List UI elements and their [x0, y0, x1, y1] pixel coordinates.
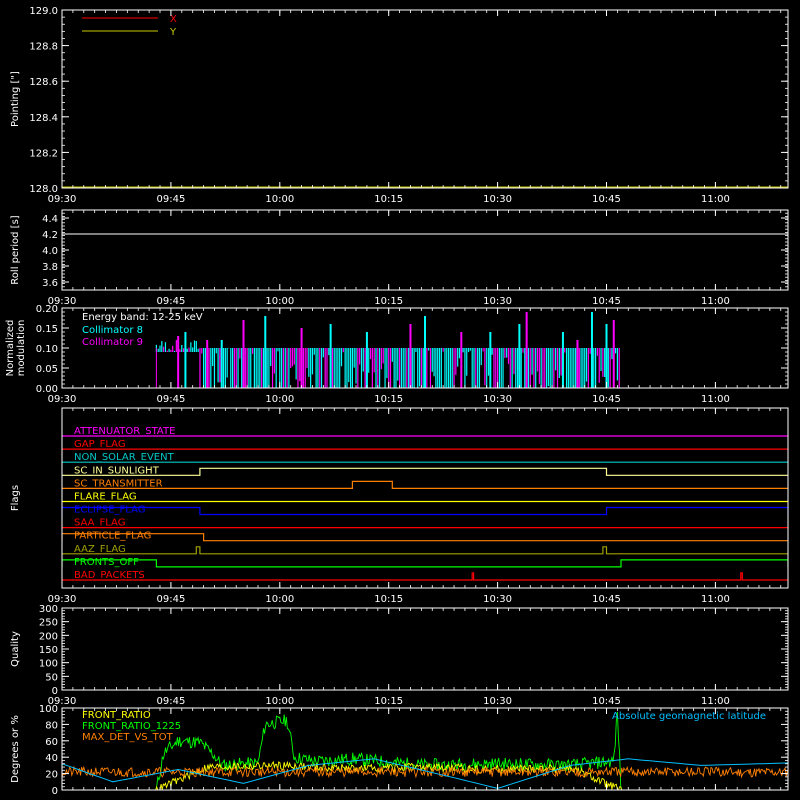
y-tick-label: 300 [39, 604, 58, 615]
y-axis-label: Roll period [s] [10, 215, 21, 284]
y-tick-label: 250 [39, 618, 58, 629]
y-tick-label: 40 [45, 753, 58, 764]
x-tick-label: 11:00 [701, 194, 730, 205]
x-tick-label: 09:45 [156, 194, 185, 205]
flag-label: BAD_PACKETS [74, 570, 145, 581]
x-tick-label: 11:00 [701, 394, 730, 405]
y-tick-label: 0 [52, 786, 58, 797]
x-tick-label: 09:45 [156, 696, 185, 707]
y-tick-label: 128.2 [29, 148, 58, 159]
x-tick-label: 10:00 [265, 296, 294, 307]
x-tick-label: 11:00 [701, 696, 730, 707]
x-tick-label: 10:30 [483, 296, 512, 307]
flag-label: NON_SOLAR_EVENT [74, 452, 175, 463]
y-tick-label: 0.15 [36, 324, 58, 335]
y-axis-label: Pointing ["] [10, 71, 21, 127]
y-tick-label: 50 [45, 672, 58, 683]
x-tick-label: 10:00 [265, 594, 294, 605]
y-axis-label: Degrees or % [10, 715, 21, 783]
y-tick-label: 128.4 [29, 113, 58, 124]
x-tick-label: 10:15 [374, 194, 403, 205]
x-tick-label: 10:15 [374, 296, 403, 307]
x-tick-label: 11:00 [701, 594, 730, 605]
y-axis-label: Flags [10, 485, 21, 511]
y-tick-label: 200 [39, 631, 58, 642]
y-tick-label: 100 [39, 704, 58, 715]
legend-label: Collimator 8 [82, 325, 143, 336]
flag-label: GAP_FLAG [74, 439, 126, 450]
flag-label: SAA_FLAG [74, 518, 125, 529]
flag-label: SC_TRANSMITTER [74, 478, 163, 489]
flag-label: SC_IN_SUNLIGHT [74, 465, 160, 476]
y-tick-label: 0 [52, 686, 58, 697]
y-axis-label: modulation [16, 320, 27, 377]
y-tick-label: 60 [45, 737, 58, 748]
x-tick-label: 10:30 [483, 696, 512, 707]
x-tick-label: 10:45 [592, 594, 621, 605]
hessi-observing-summary-chart: XY09:30 09:45 10:00 10:15 10:30 10:45 11:00128… [0, 0, 800, 800]
energy-band-annotation: Energy band: 12-25 keV [82, 312, 203, 323]
x-tick-label: 09:30 [48, 394, 77, 405]
x-tick-label: 09:45 [156, 394, 185, 405]
y-tick-label: 128.6 [29, 77, 58, 88]
x-tick-label: 09:30 [48, 194, 77, 205]
y-tick-label: 4.2 [42, 230, 58, 241]
y-tick-label: 4.0 [42, 246, 58, 257]
flag-label: FRONTS_OFF [74, 557, 139, 568]
x-tick-label: 10:00 [265, 696, 294, 707]
x-tick-label: 10:45 [592, 394, 621, 405]
legend-label: FRONT_RATIO [82, 710, 151, 721]
x-tick-label: 10:30 [483, 394, 512, 405]
geomag-annotation: Absolute geomagnetic latitude [612, 711, 766, 722]
y-tick-label: 128.8 [29, 42, 58, 53]
x-tick-label: 10:45 [592, 696, 621, 707]
x-tick-label: 10:30 [483, 594, 512, 605]
x-tick-label: 10:15 [374, 394, 403, 405]
flag-label: ECLIPSE_FLAG [74, 505, 145, 516]
y-axis-label: Normalized [5, 320, 16, 377]
y-tick-label: 4.4 [42, 214, 58, 225]
y-tick-label: 150 [39, 645, 58, 656]
flag-label: PARTICLE_FLAG [74, 531, 151, 542]
x-tick-label: 11:00 [701, 296, 730, 307]
flag-label: FLARE_FLAG [74, 491, 137, 502]
x-tick-label: 09:45 [156, 594, 185, 605]
x-tick-label: 10:30 [483, 194, 512, 205]
legend-label: Y [169, 27, 177, 38]
y-tick-label: 3.6 [42, 278, 58, 289]
flag-label: ATTENUATOR_STATE [74, 426, 175, 437]
flag-label: AAZ_FLAG [74, 544, 126, 555]
y-tick-label: 100 [39, 659, 58, 670]
x-tick-label: 10:00 [265, 394, 294, 405]
y-tick-label: 0.05 [36, 364, 58, 375]
x-tick-label: 10:45 [592, 296, 621, 307]
y-tick-label: 0.10 [36, 344, 58, 355]
x-tick-label: 10:15 [374, 594, 403, 605]
y-tick-label: 0.20 [36, 304, 58, 315]
x-tick-label: 10:15 [374, 696, 403, 707]
legend-label: MAX_DET_VS_TOT [82, 732, 174, 743]
x-tick-label: 09:45 [156, 296, 185, 307]
y-tick-label: 129.0 [29, 6, 58, 17]
x-tick-label: 10:45 [592, 194, 621, 205]
y-tick-label: 80 [45, 720, 58, 731]
y-tick-label: 3.8 [42, 262, 58, 273]
legend-label: Collimator 9 [82, 337, 143, 348]
y-axis-label: Quality [10, 631, 21, 667]
y-tick-label: 20 [45, 770, 58, 781]
y-tick-label: 0.00 [36, 384, 58, 395]
y-tick-label: 128.0 [29, 184, 58, 195]
x-tick-label: 10:00 [265, 194, 294, 205]
legend-label: FRONT_RATIO_1225 [82, 721, 181, 732]
